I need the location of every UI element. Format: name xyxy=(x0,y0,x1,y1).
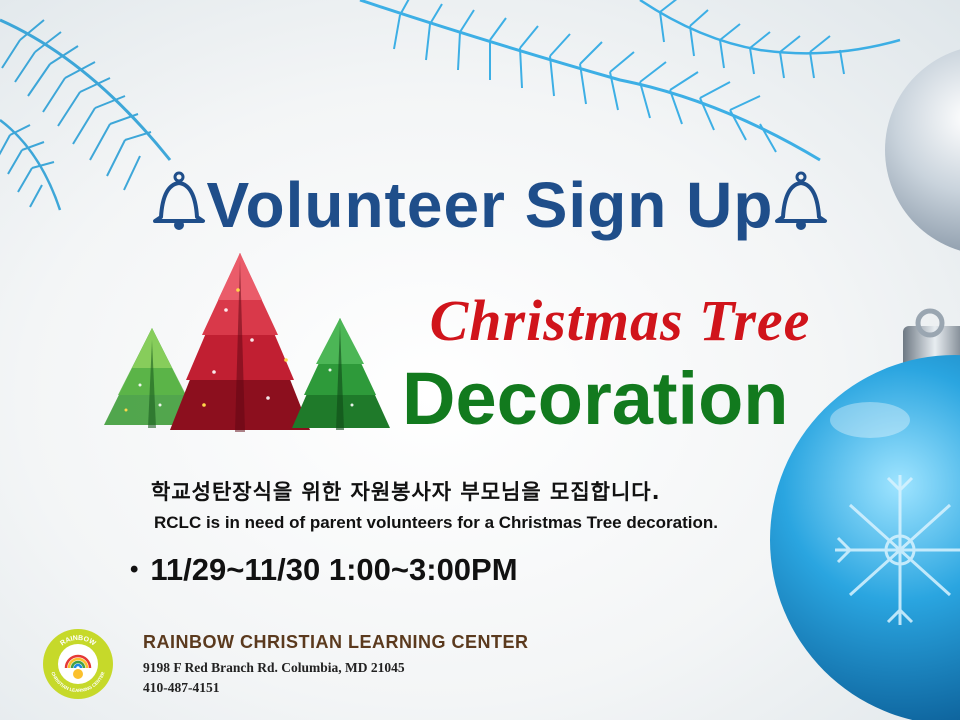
event-dates-text: 11/29~11/30 1:00~3:00PM xyxy=(150,552,518,587)
rainbow-logo-icon: RAINBOW CHRISTIAN LEARNING CENTER xyxy=(43,629,113,699)
organization-phone: 410-487-4151 xyxy=(143,680,220,695)
organization-name: RAINBOW CHRISTIAN LEARNING CENTER xyxy=(143,632,529,652)
english-description: RCLC is in need of parent volunteers for… xyxy=(154,513,718,532)
subtitle-script: Christmas Tree xyxy=(429,288,811,353)
bullet: • xyxy=(130,556,139,583)
flyer-canvas: Volunteer Sign Up Christmas Tree Decorat… xyxy=(0,0,960,720)
tree-center xyxy=(170,253,310,432)
event-dates: • 11/29~11/30 1:00~3:00PM xyxy=(130,552,518,588)
tree-right xyxy=(292,318,390,430)
korean-description: 학교성탄장식을 위한 자원봉사자 부모님을 모집합니다. xyxy=(151,480,661,504)
organization-address: 9198 F Red Branch Rd. Columbia, MD 21045 xyxy=(143,660,405,675)
subtitle-main: Decoration xyxy=(402,357,789,440)
